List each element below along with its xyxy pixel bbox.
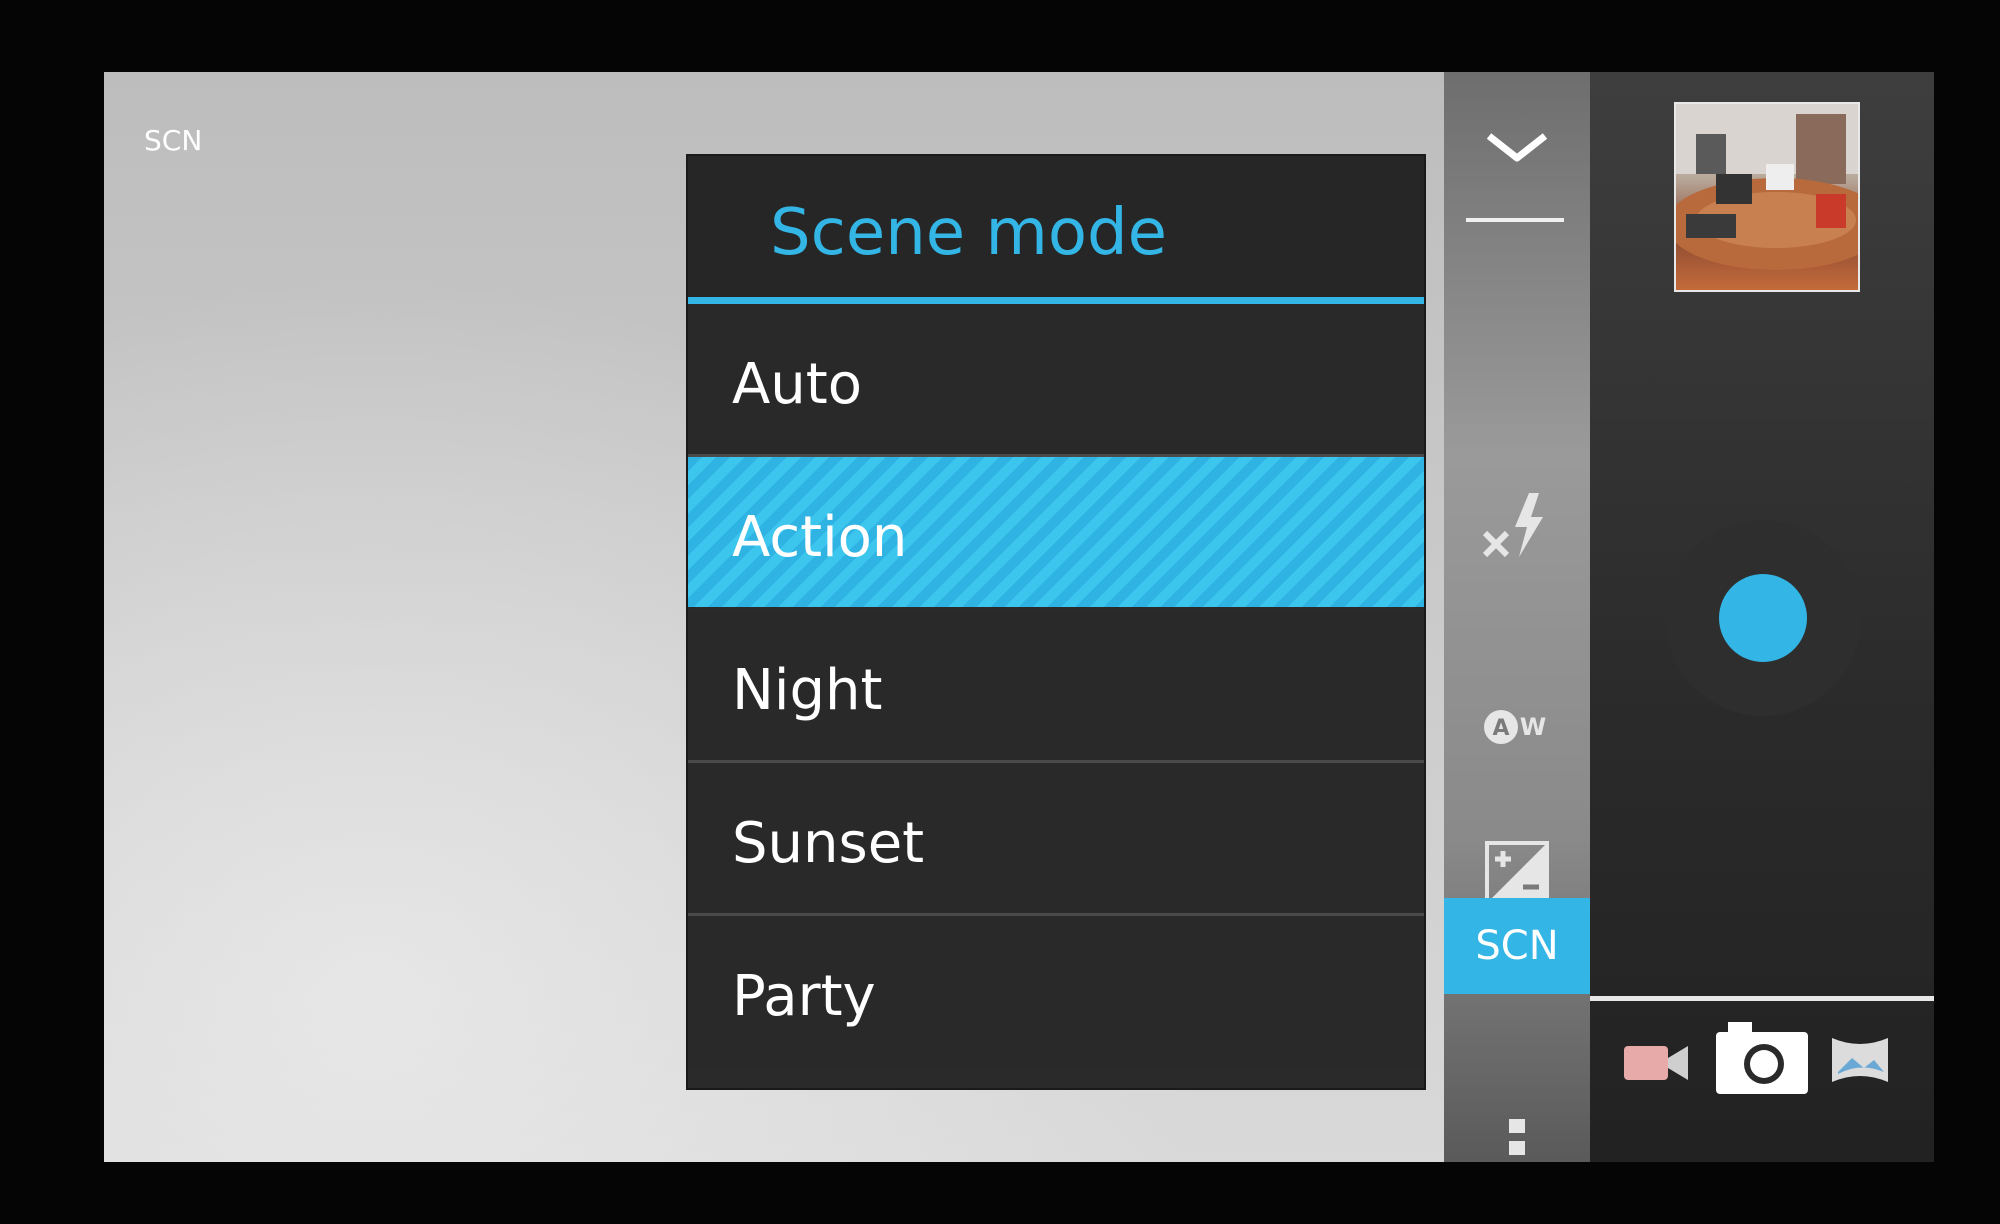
scene-mode-header: Scene mode xyxy=(688,156,1424,304)
collapse-settings-button[interactable] xyxy=(1444,112,1590,182)
svg-text:W: W xyxy=(1520,713,1546,741)
mode-divider xyxy=(1590,996,1934,1001)
chevron-down-icon xyxy=(1486,133,1548,162)
scene-option-action[interactable]: Action xyxy=(688,457,1424,610)
scene-option-auto[interactable]: Auto xyxy=(688,304,1424,457)
panorama-mode-button[interactable] xyxy=(1830,1032,1890,1092)
scene-mode-title: Scene mode xyxy=(770,196,1167,270)
exposure-icon xyxy=(1485,841,1549,905)
last-photo-thumbnail[interactable] xyxy=(1674,102,1860,292)
auto-white-balance-icon: A W xyxy=(1484,710,1546,744)
white-balance-button[interactable]: A W xyxy=(1444,672,1590,782)
video-mode-button[interactable] xyxy=(1622,1032,1692,1096)
panorama-icon xyxy=(1832,1038,1888,1082)
scene-option-label: Action xyxy=(732,505,908,570)
settings-divider xyxy=(1466,218,1564,222)
scene-option-label: Auto xyxy=(732,352,863,417)
scene-option-sunset[interactable]: Sunset xyxy=(688,763,1424,916)
flash-button[interactable] xyxy=(1444,472,1590,582)
shutter-panel xyxy=(1590,72,1934,1162)
overflow-menu-icon xyxy=(1509,1119,1525,1155)
camera-icon xyxy=(1716,1022,1808,1094)
scene-mode-button[interactable]: SCN xyxy=(1444,898,1590,994)
scene-option-label: Party xyxy=(732,964,876,1029)
shutter-ring xyxy=(1665,520,1861,716)
more-settings-button[interactable] xyxy=(1444,1112,1590,1162)
scene-mode-indicator: SCN xyxy=(144,124,203,157)
scene-mode-button-label: SCN xyxy=(1475,923,1559,969)
camera-screen: SCN Scene mode Auto Action Night Sunset … xyxy=(104,72,1934,1162)
settings-strip: A W SCN xyxy=(1444,72,1590,1162)
scene-mode-list: Auto Action Night Sunset Party xyxy=(688,304,1424,1069)
photo-thumbnail-image xyxy=(1676,104,1858,270)
scene-option-label: Night xyxy=(732,658,883,723)
scene-option-label: Sunset xyxy=(732,811,925,876)
scene-option-night[interactable]: Night xyxy=(688,610,1424,763)
scene-mode-popup: Scene mode Auto Action Night Sunset Part… xyxy=(688,156,1424,1088)
flash-off-icon xyxy=(1482,493,1543,558)
photo-mode-button[interactable] xyxy=(1714,1018,1810,1102)
shutter-button[interactable] xyxy=(1719,574,1807,662)
svg-text:A: A xyxy=(1492,716,1509,741)
scene-option-party[interactable]: Party xyxy=(688,916,1424,1069)
video-camera-icon xyxy=(1624,1046,1688,1080)
